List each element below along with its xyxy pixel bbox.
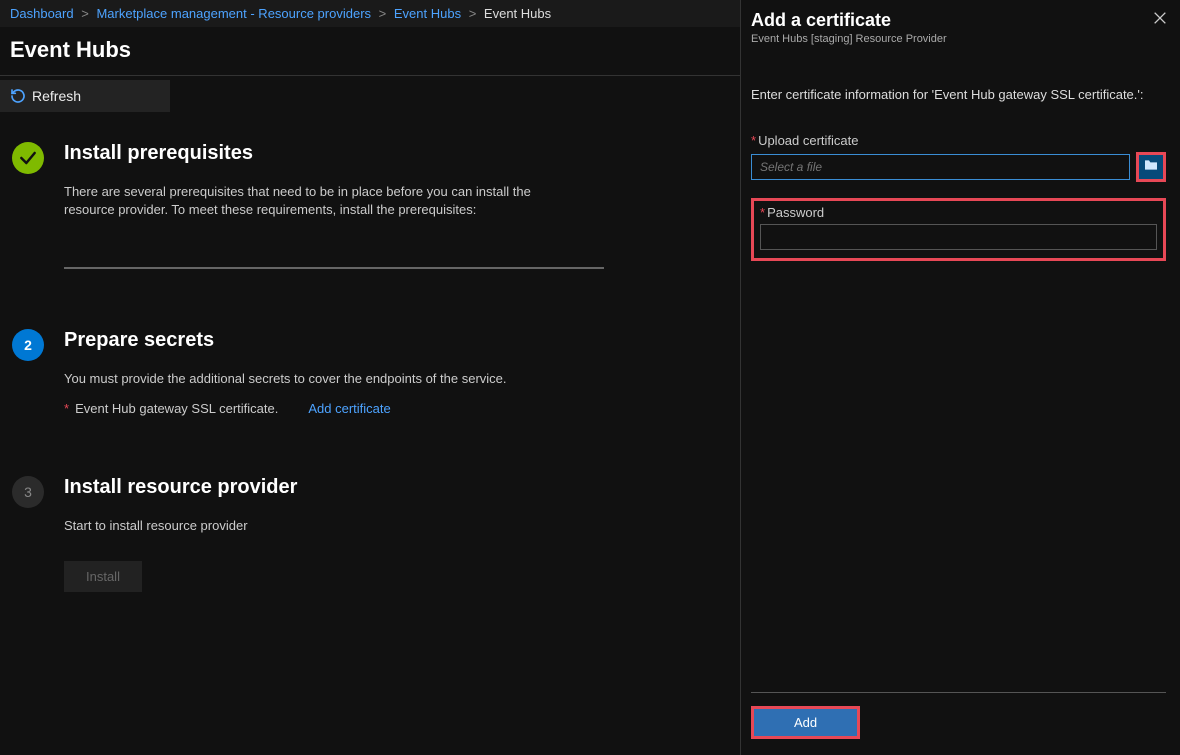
add-button[interactable]: Add	[754, 709, 857, 736]
step-secrets: 2 Prepare secrets You must provide the a…	[12, 329, 730, 415]
add-certificate-link[interactable]: Add certificate	[308, 401, 390, 416]
step-number-badge: 3	[12, 476, 44, 508]
step-title: Install prerequisites	[64, 142, 730, 165]
folder-icon	[1143, 157, 1159, 176]
check-icon	[12, 142, 44, 174]
breadcrumb-eventhubs[interactable]: Event Hubs	[394, 6, 461, 21]
breadcrumb-sep: >	[379, 6, 387, 21]
breadcrumb: Dashboard > Marketplace management - Res…	[0, 0, 740, 27]
refresh-label: Refresh	[32, 88, 81, 104]
step-description: There are several prerequisites that nee…	[64, 183, 584, 219]
step-title: Prepare secrets	[64, 329, 730, 352]
add-button-highlight: Add	[751, 706, 860, 739]
upload-certificate-input[interactable]	[751, 154, 1130, 180]
divider	[0, 75, 740, 76]
step-title: Install resource provider	[64, 476, 730, 499]
install-button[interactable]: Install	[64, 561, 142, 592]
secret-item-label: *Event Hub gateway SSL certificate.	[64, 401, 278, 416]
breadcrumb-dashboard[interactable]: Dashboard	[10, 6, 74, 21]
breadcrumb-current: Event Hubs	[484, 6, 551, 21]
panel-subtitle: Event Hubs [staging] Resource Provider	[751, 33, 1166, 45]
refresh-icon	[10, 88, 26, 104]
step-divider	[64, 267, 604, 269]
step-install: 3 Install resource provider Start to ins…	[12, 476, 730, 592]
breadcrumb-sep: >	[469, 6, 477, 21]
password-input[interactable]	[760, 224, 1157, 250]
breadcrumb-marketplace[interactable]: Marketplace management - Resource provid…	[96, 6, 371, 21]
panel-instruction: Enter certificate information for 'Event…	[751, 85, 1166, 105]
breadcrumb-sep: >	[81, 6, 89, 21]
step-description: Start to install resource provider	[64, 517, 584, 535]
steps-list: Install prerequisites There are several …	[0, 112, 740, 592]
password-label: *Password	[760, 205, 1157, 220]
refresh-button[interactable]: Refresh	[0, 80, 170, 112]
add-certificate-panel: Add a certificate Event Hubs [staging] R…	[740, 0, 1180, 755]
close-icon[interactable]	[1152, 10, 1168, 31]
required-star-icon: *	[760, 205, 765, 220]
step-prerequisites: Install prerequisites There are several …	[12, 142, 730, 269]
panel-divider	[751, 692, 1166, 693]
page-title: Event Hubs	[0, 27, 740, 75]
password-field-block: *Password	[751, 198, 1166, 261]
step-number-badge: 2	[12, 329, 44, 361]
upload-certificate-label: *Upload certificate	[751, 133, 1166, 148]
panel-title: Add a certificate	[751, 10, 1166, 31]
browse-file-button[interactable]	[1136, 152, 1166, 182]
step-description: You must provide the additional secrets …	[64, 370, 584, 388]
secret-item-row: *Event Hub gateway SSL certificate. Add …	[64, 401, 730, 416]
required-star-icon: *	[64, 401, 69, 416]
main-panel: Dashboard > Marketplace management - Res…	[0, 0, 740, 755]
required-star-icon: *	[751, 133, 756, 148]
